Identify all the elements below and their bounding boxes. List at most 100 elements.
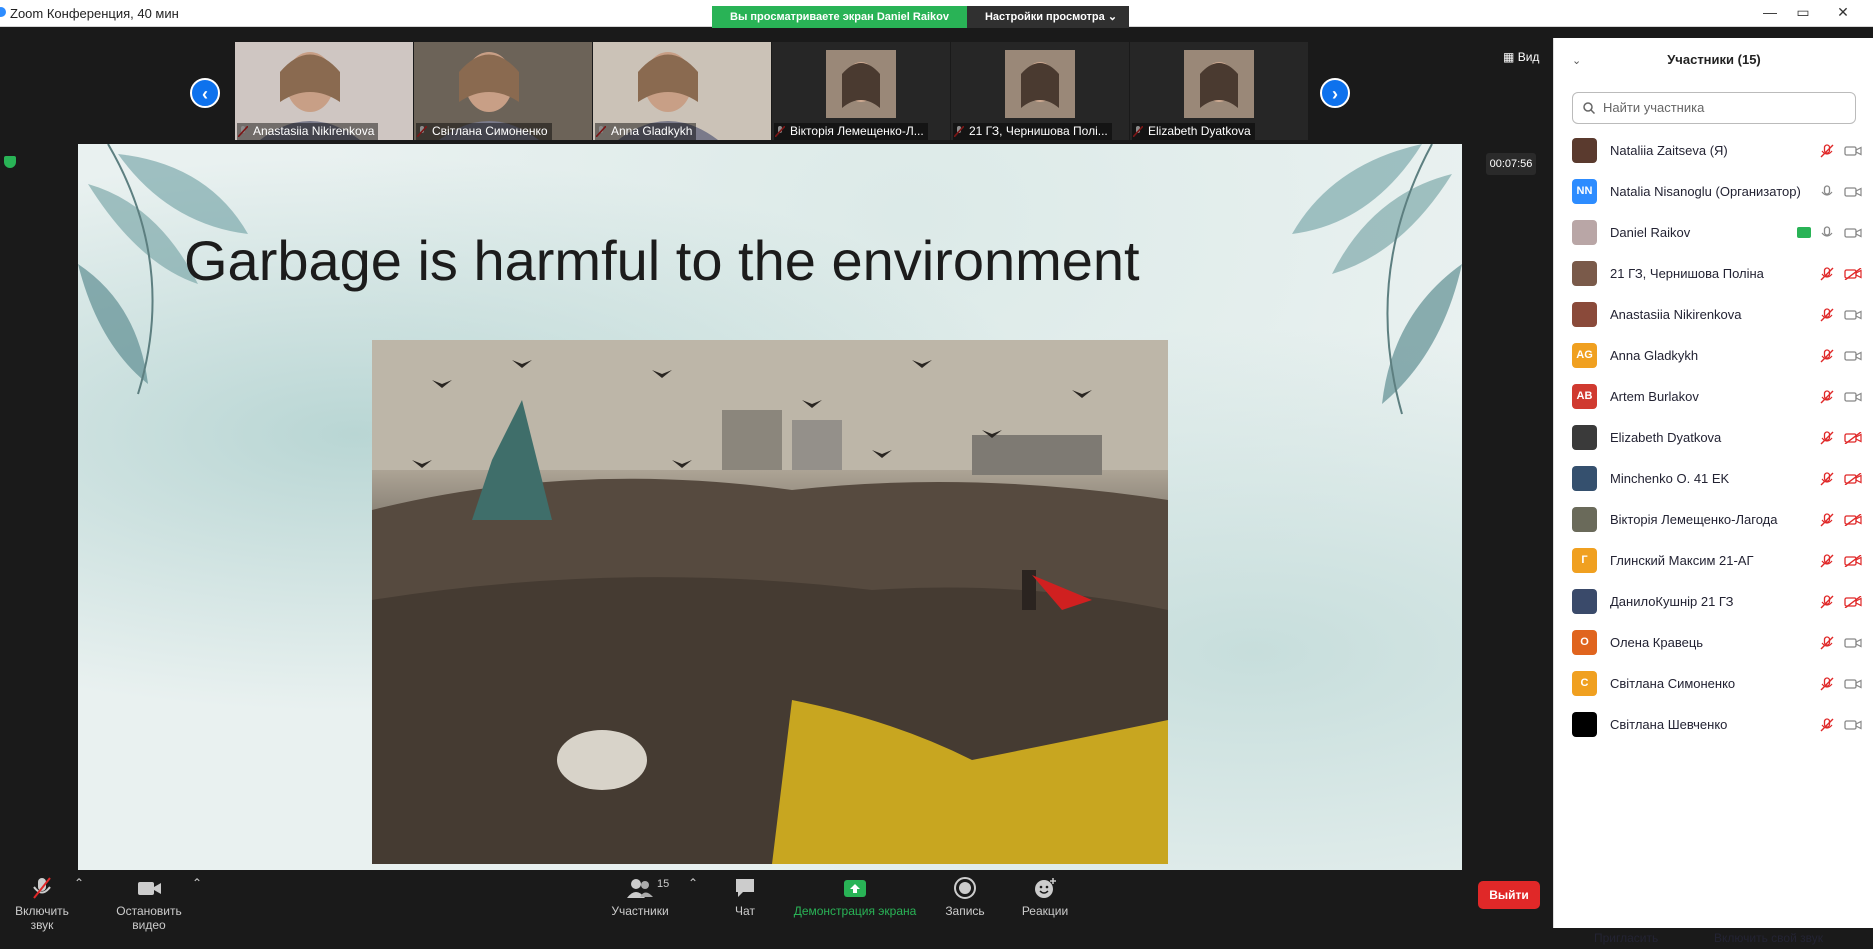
video-thumbnail[interactable]: Elizabeth Dyatkova	[1130, 42, 1308, 140]
video-thumbnail[interactable]: Anna Gladkykh	[593, 42, 771, 140]
video-thumbnail[interactable]: Світлана Симоненко	[414, 42, 592, 140]
video-thumbnail[interactable]: Вікторія Лемещенко-Л...	[772, 42, 950, 140]
video-thumbnail[interactable]: 21 ГЗ, Чернишова Полі...	[951, 42, 1129, 140]
participant-name: Олена Кравець	[1610, 635, 1704, 650]
camera-icon[interactable]	[1844, 719, 1862, 731]
minimize-button[interactable]: —	[1753, 2, 1787, 22]
participant-search-input[interactable]	[1601, 99, 1845, 116]
stop-video-button[interactable]: Остановить видео	[98, 876, 200, 932]
chat-button[interactable]: Чат	[720, 876, 770, 918]
avatar: С	[1572, 671, 1597, 696]
camera-icon[interactable]	[1844, 391, 1862, 403]
leave-meeting-button[interactable]: Выйти	[1478, 881, 1540, 909]
muted-microphone-icon[interactable]	[1820, 349, 1834, 363]
view-button[interactable]: ▦ Вид	[1503, 50, 1539, 64]
participant-name: Daniel Raikov	[1610, 225, 1691, 240]
camera-icon[interactable]	[1844, 145, 1862, 157]
muted-microphone-icon[interactable]	[1820, 554, 1834, 568]
meeting-toolbar: Включить звук ⌃ Остановить видео ⌃ Участ…	[0, 870, 1552, 932]
muted-microphone-icon[interactable]	[1820, 144, 1834, 158]
encryption-shield-icon[interactable]	[4, 156, 16, 168]
camera-off-icon[interactable]	[1844, 596, 1862, 608]
gallery-prev-button[interactable]: ‹	[190, 78, 220, 108]
participant-name: Natalia Nisanoglu (Организатор)	[1610, 184, 1801, 199]
unmute-me-button[interactable]: Включить свой звук	[1704, 927, 1833, 949]
muted-microphone-icon[interactable]	[1820, 390, 1834, 404]
chat-icon	[736, 879, 754, 897]
camera-icon[interactable]	[1844, 186, 1862, 198]
restore-button[interactable]: ▭	[1786, 2, 1820, 22]
participant-row[interactable]: Г Глинский Максим 21-АГ	[1554, 540, 1873, 581]
avatar: NN	[1572, 179, 1597, 204]
chevron-down-icon: ⌄	[1107, 11, 1118, 23]
camera-off-icon[interactable]	[1844, 473, 1862, 485]
participant-row[interactable]: AG Anna Gladkykh	[1554, 335, 1873, 376]
avatar	[1572, 138, 1597, 163]
reactions-button[interactable]: Реакции	[1016, 876, 1074, 918]
thumbnail-name: Anna Gladkykh	[595, 123, 697, 140]
avatar	[1572, 712, 1597, 737]
record-button[interactable]: Запись	[940, 876, 990, 918]
thumbnail-name: Anastasiia Nikirenkova	[237, 123, 379, 140]
participant-row[interactable]: ДанилоКушнір 21 ГЗ	[1554, 581, 1873, 622]
view-options-button[interactable]: Настройки просмотра ⌄	[966, 6, 1130, 28]
video-thumbnail[interactable]: Anastasiia Nikirenkova	[235, 42, 413, 140]
camera-off-icon[interactable]	[1844, 432, 1862, 444]
participant-name: Nataliia Zaitseva (Я)	[1610, 143, 1728, 158]
participant-name: Anna Gladkykh	[1610, 348, 1699, 363]
camera-icon[interactable]	[1844, 309, 1862, 321]
invite-button[interactable]: Пригласить	[1584, 927, 1668, 949]
participant-row[interactable]: AB Artem Burlakov	[1554, 376, 1873, 417]
share-screen-button[interactable]: Демонстрация экрана	[790, 876, 920, 918]
camera-off-icon[interactable]	[1844, 555, 1862, 567]
muted-microphone-icon[interactable]	[1820, 472, 1834, 486]
participant-row[interactable]: Nataliia Zaitseva (Я)	[1554, 130, 1873, 171]
camera-icon[interactable]	[1844, 678, 1862, 690]
video-options-caret[interactable]: ⌃	[192, 876, 202, 890]
camera-icon[interactable]	[1844, 350, 1862, 362]
slide-title: Garbage is harmful to the environment	[184, 229, 1140, 292]
participant-row[interactable]: 21 ГЗ, Чернишова Поліна	[1554, 253, 1873, 294]
muted-microphone-icon[interactable]	[1820, 431, 1834, 445]
audio-options-caret[interactable]: ⌃	[74, 876, 84, 890]
participant-row[interactable]: Daniel Raikov	[1554, 212, 1873, 253]
meeting-area: ‹ Anastasiia Nikirenkova Світлана Симонен…	[0, 40, 1552, 875]
muted-microphone-icon[interactable]	[1820, 636, 1834, 650]
participants-options-caret[interactable]: ⌃	[688, 876, 698, 890]
window-title: Zoom Конференция, 40 мин	[10, 6, 179, 21]
participant-row[interactable]: Minchenko O. 41 EK	[1554, 458, 1873, 499]
muted-microphone-icon[interactable]	[1820, 677, 1834, 691]
camera-icon[interactable]	[1844, 637, 1862, 649]
unmute-button[interactable]: Включить звук	[2, 876, 82, 932]
video-thumbnail-strip: Anastasiia Nikirenkova Світлана Симоненко…	[235, 42, 1309, 140]
gallery-next-button[interactable]: ›	[1320, 78, 1350, 108]
avatar	[1572, 466, 1597, 491]
participant-search	[1572, 92, 1856, 124]
participant-row[interactable]: Anastasiia Nikirenkova	[1554, 294, 1873, 335]
camera-icon[interactable]	[1844, 227, 1862, 239]
leaves-decoration-right	[1292, 144, 1462, 415]
microphone-icon[interactable]	[1820, 185, 1834, 199]
camera-off-icon[interactable]	[1844, 514, 1862, 526]
participant-row[interactable]: О Олена Кравець	[1554, 622, 1873, 663]
record-icon	[954, 877, 976, 899]
muted-microphone-icon[interactable]	[1820, 267, 1834, 281]
zoom-app-icon	[0, 7, 6, 17]
muted-microphone-icon[interactable]	[1820, 308, 1834, 322]
muted-microphone-icon[interactable]	[1820, 513, 1834, 527]
participant-row[interactable]: Вікторія Лемещенко-Лагода	[1554, 499, 1873, 540]
landfill-photo	[372, 340, 1168, 864]
muted-microphone-icon[interactable]	[1820, 595, 1834, 609]
participant-row[interactable]: Світлана Шевченко	[1554, 704, 1873, 745]
participant-row[interactable]: С Світлана Симоненко	[1554, 663, 1873, 704]
microphone-icon[interactable]	[1820, 226, 1834, 240]
muted-microphone-icon[interactable]	[1820, 718, 1834, 732]
recording-timer: 00:07:56	[1486, 153, 1536, 175]
close-window-button[interactable]: ✕	[1826, 2, 1860, 22]
camera-off-icon[interactable]	[1844, 268, 1862, 280]
participant-row[interactable]: NN Natalia Nisanoglu (Организатор)	[1554, 171, 1873, 212]
thumbnail-name: Світлана Симоненко	[416, 123, 552, 140]
participant-row[interactable]: Elizabeth Dyatkova	[1554, 417, 1873, 458]
participant-name: Elizabeth Dyatkova	[1610, 430, 1722, 445]
search-icon	[1583, 102, 1595, 114]
